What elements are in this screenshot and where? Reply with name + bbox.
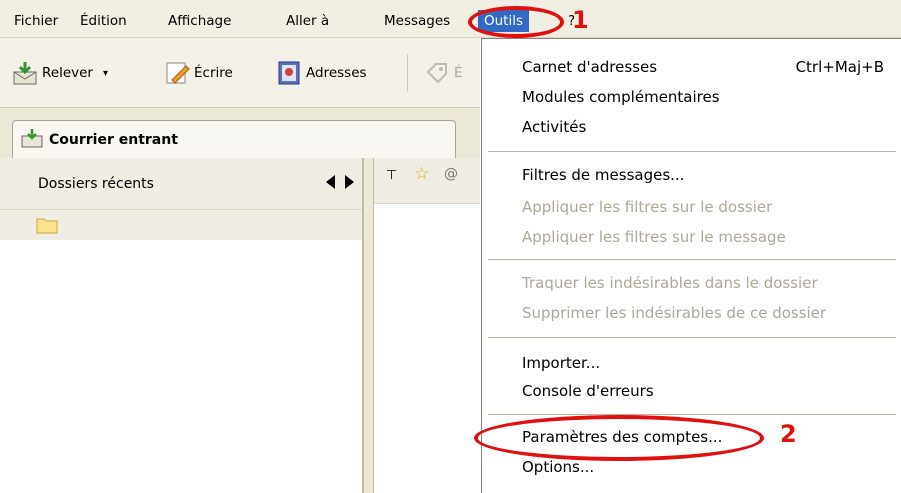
tab-inbox-label: Courrier entrant	[49, 131, 178, 148]
menu-item-apply-filters-message: Appliquer les filtres sur le message	[522, 228, 786, 246]
star-icon[interactable]: ☆	[414, 164, 429, 184]
menu-item-apply-filters-folder: Appliquer les filtres sur le dossier	[522, 198, 773, 216]
menu-separator	[488, 337, 896, 338]
toolbar-separator	[407, 54, 408, 92]
annotation-ellipse-outils	[468, 6, 564, 38]
thread-icon[interactable]: ⊤	[386, 168, 397, 183]
inbox-icon	[21, 128, 43, 152]
annotation-ellipse-account-settings	[474, 415, 764, 461]
thread-pane-header: ⊤ ☆ @	[374, 158, 493, 204]
previous-view-icon[interactable]	[326, 175, 335, 189]
address-book-label: Adresses	[306, 65, 367, 81]
menu-edition[interactable]: Édition	[78, 10, 129, 32]
menu-item-run-junk-controls: Traquer les indésirables dans le dossier	[522, 274, 818, 292]
menu-separator	[488, 414, 896, 415]
write-button[interactable]: Écrire	[164, 56, 233, 90]
annotation-step-2: 2	[780, 420, 797, 448]
folder-pane-title: Dossiers récents	[38, 175, 154, 192]
menu-item-import[interactable]: Importer...	[522, 349, 892, 377]
menu-separator	[488, 259, 896, 260]
menu-item-message-filters[interactable]: Filtres de messages...	[522, 161, 892, 189]
tab-inbox[interactable]: Courrier entrant	[12, 120, 456, 158]
write-label: Écrire	[194, 65, 233, 81]
menu-fichier[interactable]: Fichier	[12, 10, 60, 32]
folder-pane-header: Dossiers récents	[0, 158, 362, 210]
menu-item-addons[interactable]: Modules complémentaires	[522, 83, 892, 111]
folder-pane: Dossiers récents	[0, 158, 364, 493]
dropdown-arrow-icon[interactable]: ▾	[103, 68, 108, 79]
menu-aller-a[interactable]: Aller à	[284, 10, 331, 32]
menu-item-error-console[interactable]: Console d'erreurs	[522, 377, 892, 405]
thread-pane: ⊤ ☆ @	[373, 158, 493, 493]
menu-item-address-book-label: Carnet d'adresses	[522, 58, 658, 76]
address-book-icon	[276, 60, 302, 86]
get-mail-button[interactable]: Relever ▾	[12, 56, 108, 90]
menu-messages[interactable]: Messages	[382, 10, 452, 32]
annotation-step-1: 1	[572, 6, 589, 34]
menu-item-address-book[interactable]: Carnet d'adresses Ctrl+Maj+B	[522, 53, 892, 81]
attachment-icon[interactable]: @	[444, 166, 458, 182]
menu-affichage[interactable]: Affichage	[166, 10, 233, 32]
tag-label: É	[454, 65, 463, 81]
get-mail-label: Relever	[42, 65, 93, 81]
address-book-button[interactable]: Adresses	[276, 56, 367, 90]
menu-separator	[488, 151, 896, 152]
menu-item-activities[interactable]: Activités	[522, 113, 892, 141]
tag-button[interactable]: É	[424, 56, 463, 90]
tag-icon	[424, 60, 450, 86]
folder-row[interactable]	[0, 210, 362, 240]
folder-icon	[36, 216, 58, 238]
write-icon	[164, 60, 190, 86]
menu-bar: Fichier Édition Affichage Aller à Messag…	[0, 0, 901, 38]
menu-item-delete-junk: Supprimer les indésirables de ce dossier	[522, 304, 827, 322]
next-view-icon[interactable]	[345, 175, 354, 189]
menu-item-shortcut: Ctrl+Maj+B	[795, 58, 884, 76]
get-mail-icon	[12, 60, 38, 86]
